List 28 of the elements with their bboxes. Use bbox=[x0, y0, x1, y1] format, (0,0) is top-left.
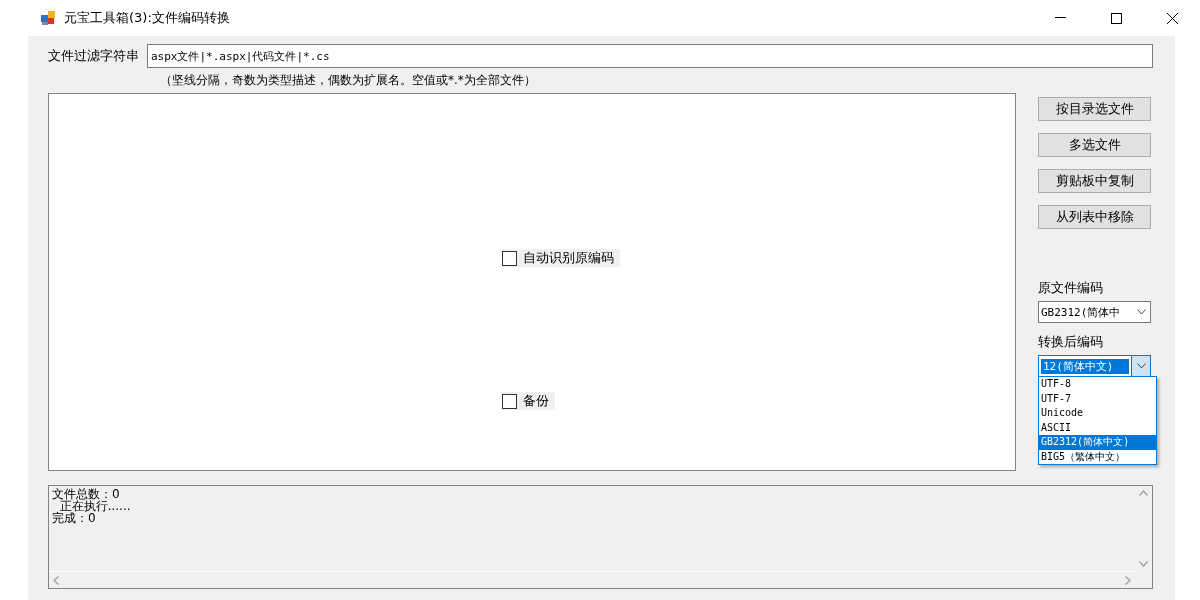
action-button[interactable]: 从列表中移除 bbox=[1038, 205, 1151, 229]
chevron-down-icon bbox=[1136, 309, 1146, 315]
action-button[interactable]: 剪贴板中复制 bbox=[1038, 169, 1151, 193]
maximize-icon[interactable] bbox=[1110, 12, 1122, 24]
encoding-option[interactable]: GB2312(简体中文) bbox=[1039, 435, 1156, 450]
target-encoding-dropdown[interactable]: 12(简体中文) bbox=[1038, 355, 1151, 377]
window-title: 元宝工具箱(3):文件编码转换 bbox=[64, 9, 230, 27]
checkbox[interactable]: 备份 bbox=[502, 392, 555, 410]
source-encoding-label: 原文件编码 bbox=[1038, 279, 1104, 297]
app-icon bbox=[40, 10, 56, 26]
encoding-option[interactable]: UTF-8 bbox=[1039, 377, 1156, 392]
target-encoding-label: 转换后编码 bbox=[1038, 333, 1104, 351]
log-text: 文件总数：0 正在执行...... 完成：0 bbox=[51, 486, 132, 527]
encoding-option[interactable]: ASCII bbox=[1039, 420, 1156, 435]
encoding-option[interactable]: BIG5（繁体中文） bbox=[1039, 449, 1156, 464]
source-encoding-dropdown[interactable]: GB2312(简体中 bbox=[1038, 301, 1151, 323]
chevron-down-icon bbox=[1136, 363, 1146, 369]
filter-input[interactable]: aspx文件|*.aspx|代码文件|*.cs bbox=[147, 44, 1153, 68]
action-button[interactable]: 按目录选文件 bbox=[1038, 97, 1151, 121]
minimize-icon[interactable] bbox=[1054, 17, 1066, 19]
close-icon[interactable] bbox=[1166, 12, 1178, 24]
filter-label: 文件过滤字符串 bbox=[48, 47, 139, 65]
encoding-option[interactable]: UTF-7 bbox=[1039, 391, 1156, 406]
checkbox[interactable]: 自动识别原编码 bbox=[502, 249, 620, 267]
file-list[interactable]: 自动识别原编码 备份 bbox=[48, 93, 1016, 471]
action-button[interactable]: 多选文件 bbox=[1038, 133, 1151, 157]
encoding-option[interactable]: Unicode bbox=[1039, 406, 1156, 421]
filter-hint: （坚线分隔，奇数为类型描述，偶数为扩展名。空值或*.*为全部文件） bbox=[160, 72, 537, 89]
